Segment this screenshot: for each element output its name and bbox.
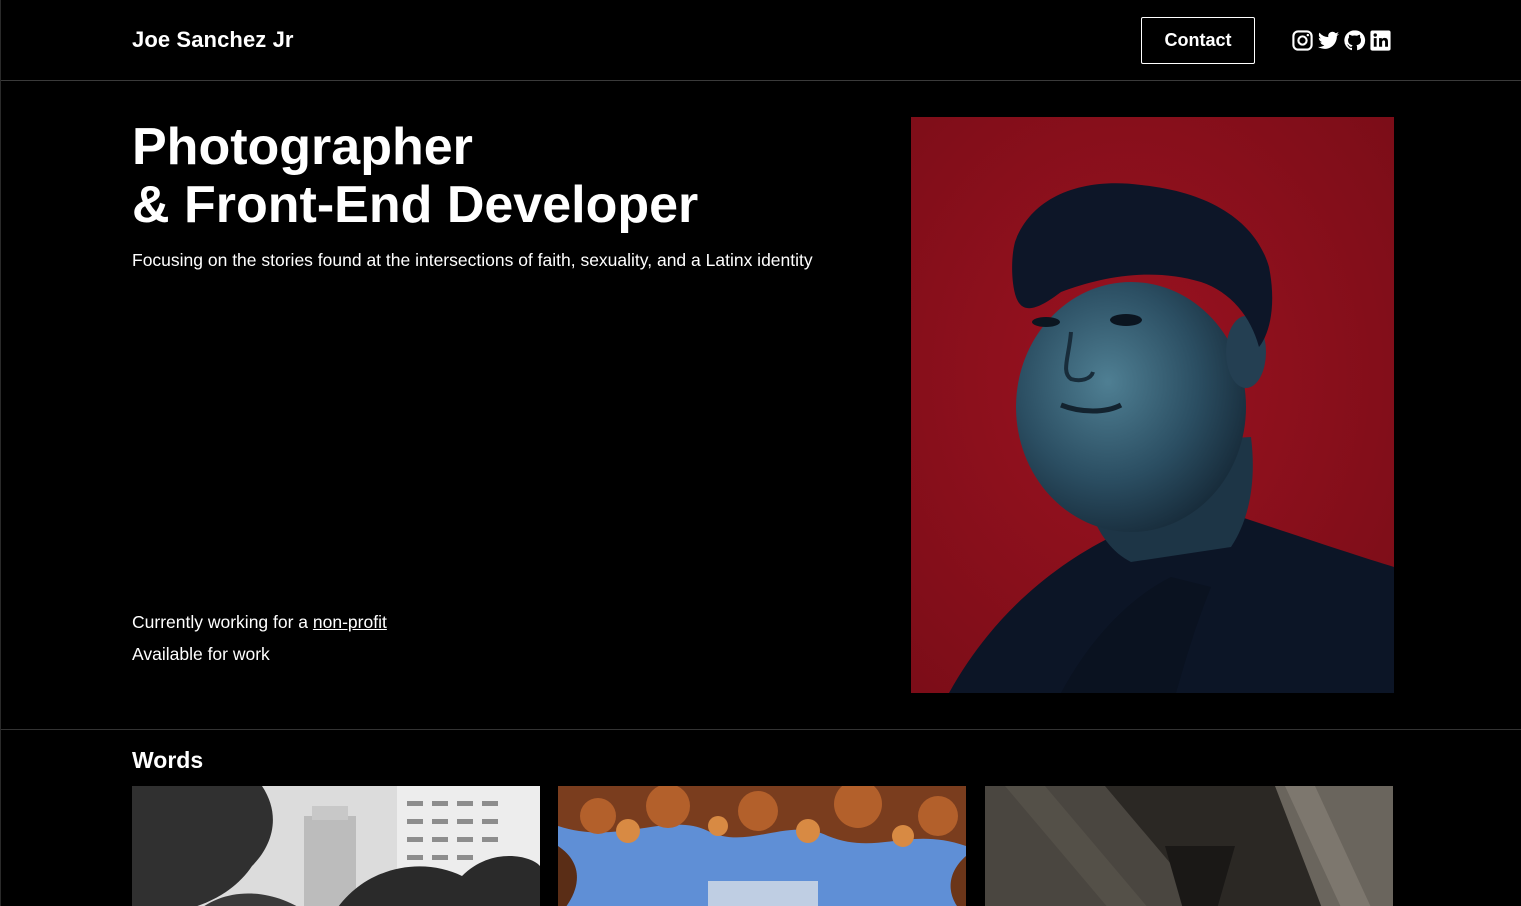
words-card-3[interactable] <box>985 786 1393 906</box>
social-links <box>1291 28 1392 52</box>
words-card-1[interactable] <box>132 786 540 906</box>
contact-button[interactable]: Contact <box>1141 17 1255 64</box>
hero-subtitle: Focusing on the stories found at the int… <box>132 250 813 270</box>
words-card-2[interactable] <box>558 786 966 906</box>
twitter-icon[interactable] <box>1317 29 1340 52</box>
availability-status: Available for work <box>132 644 270 664</box>
linkedin-icon[interactable] <box>1369 29 1392 52</box>
city-buildings-bw-photo <box>132 786 540 906</box>
words-section-title: Words <box>132 747 204 773</box>
portrait-photo <box>911 117 1394 693</box>
site-brand[interactable]: Joe Sanchez Jr <box>132 27 294 53</box>
hero-title-line-1: Photographer <box>132 118 473 176</box>
employment-status: Currently working for a non-profit <box>132 606 387 638</box>
autumn-leaves-sky-photo <box>558 786 966 906</box>
hero-title-line-2: & Front-End Developer <box>132 176 699 234</box>
section-divider <box>1 729 1521 730</box>
site-header: Joe Sanchez Jr Contact <box>1 0 1521 81</box>
instagram-icon[interactable] <box>1291 29 1314 52</box>
employment-status-text: Currently working for a <box>132 612 313 632</box>
github-icon[interactable] <box>1343 29 1366 52</box>
hero-title: Photographer & Front-End Developer <box>132 118 698 234</box>
page: Joe Sanchez Jr Contact Photographer & Fr… <box>0 0 1521 906</box>
status-block: Currently working for a non-profit Avail… <box>132 606 387 670</box>
non-profit-link[interactable]: non-profit <box>313 612 387 632</box>
portrait-image <box>911 117 1394 693</box>
concrete-architecture-photo <box>985 786 1393 906</box>
